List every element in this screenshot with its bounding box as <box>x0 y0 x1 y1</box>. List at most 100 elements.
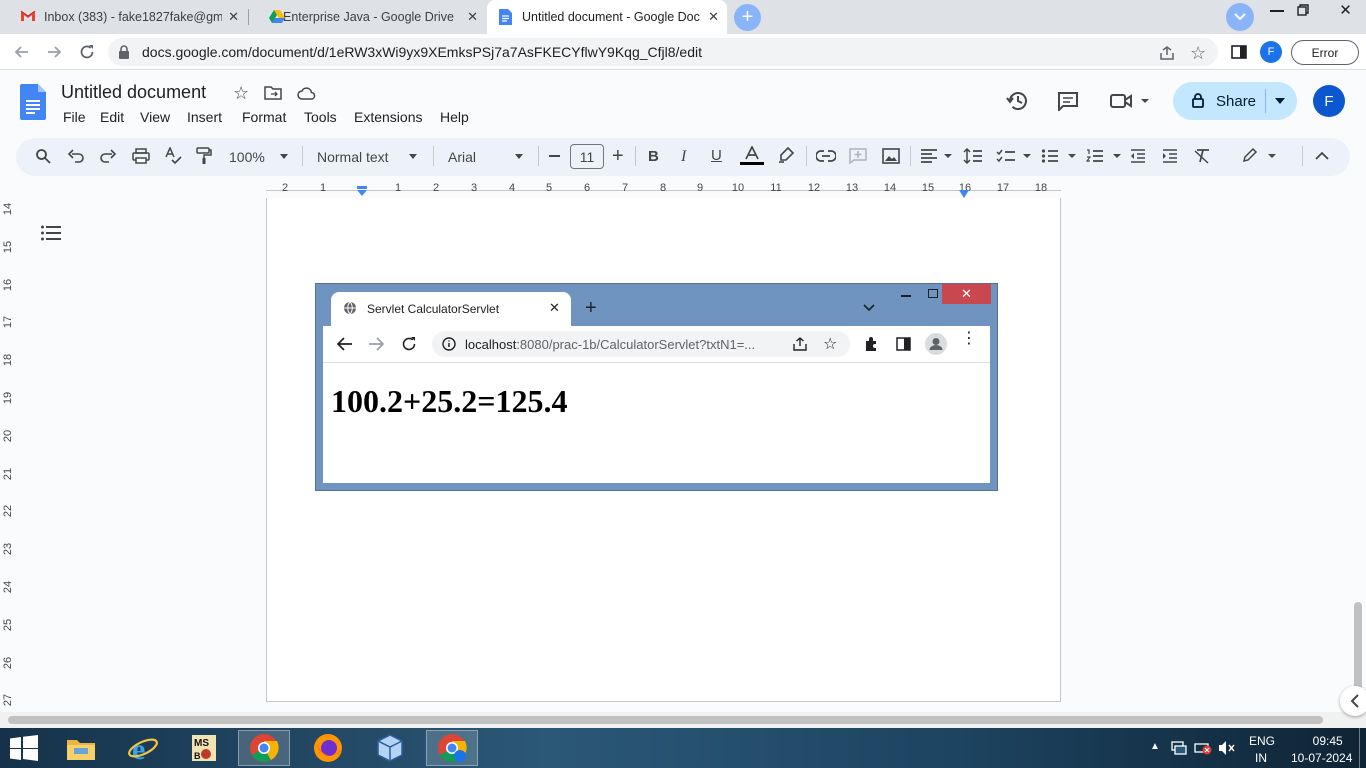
menu-help[interactable]: Help <box>440 109 469 125</box>
bold-icon[interactable]: B <box>648 148 659 165</box>
tab-search-button[interactable] <box>1226 3 1254 31</box>
reload-button[interactable] <box>77 42 97 62</box>
show-hidden-icons-icon[interactable]: ▲ <box>1150 741 1160 752</box>
account-avatar[interactable]: F <box>1313 85 1345 117</box>
taskbar-firefox[interactable] <box>302 730 354 766</box>
paragraph-style-select[interactable]: Normal text <box>317 149 389 165</box>
menu-file[interactable]: File <box>63 109 86 125</box>
new-tab-button[interactable]: + <box>734 4 761 31</box>
font-size-input[interactable]: 11 <box>570 144 604 169</box>
font-select[interactable]: Arial <box>448 149 476 165</box>
share-dropdown-icon[interactable] <box>1275 98 1285 104</box>
show-desktop-button[interactable] <box>1359 728 1366 768</box>
taskbar-internet-explorer[interactable]: e <box>117 730 169 766</box>
paint-format-icon[interactable] <box>196 147 212 165</box>
menu-extensions[interactable]: Extensions <box>354 109 422 125</box>
clear-formatting-icon[interactable] <box>1194 148 1210 164</box>
side-panel-toggle-button[interactable] <box>1340 686 1366 716</box>
taskbar-msbuild[interactable]: MS B <box>178 730 230 766</box>
italic-icon[interactable]: I <box>681 148 686 166</box>
menu-view[interactable]: View <box>140 109 170 125</box>
globe-icon <box>343 301 357 315</box>
lock-icon[interactable] <box>118 45 130 59</box>
embedded-url-path: :8080/prac-1b/CalculatorServlet?txtN1=..… <box>516 337 756 352</box>
firefox-icon <box>314 734 342 762</box>
zoom-select[interactable]: 100% <box>229 149 265 165</box>
text-color-icon[interactable] <box>740 146 764 166</box>
vertical-ruler[interactable]: 14 15 16 17 18 19 20 21 22 23 24 25 26 27 <box>0 200 16 710</box>
print-icon[interactable] <box>132 148 150 164</box>
chevron-up-icon[interactable] <box>1315 151 1329 160</box>
tab-docs[interactable]: Untitled document - Google Doc ✕ <box>487 0 727 34</box>
docs-logo-icon[interactable] <box>20 84 46 120</box>
underline-icon[interactable]: U <box>711 147 722 164</box>
taskbar-virtualbox[interactable] <box>364 730 416 766</box>
bookmark-star-icon[interactable]: ☆ <box>1190 43 1206 64</box>
share-page-icon[interactable] <box>1158 44 1176 62</box>
tab-gmail[interactable]: Inbox (383) - fake1827fake@gma ✕ <box>0 0 247 34</box>
link-icon[interactable] <box>816 150 836 162</box>
embedded-tab-title: Servlet CalculatorServlet <box>367 302 500 316</box>
language-indicator[interactable]: ENG IN <box>1249 734 1275 765</box>
menu-tools[interactable]: Tools <box>304 109 337 125</box>
insert-image-icon[interactable] <box>882 148 900 164</box>
horizontal-ruler[interactable]: 2 1 1 2 3 4 5 6 7 8 9 10 11 12 13 14 15 16 17 18 <box>0 180 1366 200</box>
align-left-icon[interactable] <box>920 149 952 163</box>
ruler-label: 23 <box>2 543 14 556</box>
editing-mode-icon[interactable] <box>1242 147 1276 163</box>
document-outline-icon[interactable] <box>41 225 61 241</box>
windows-start-icon[interactable] <box>10 735 38 761</box>
undo-icon[interactable] <box>68 149 84 163</box>
side-panel-icon[interactable] <box>1231 45 1247 59</box>
numbered-list-icon[interactable] <box>1086 149 1122 163</box>
error-button[interactable]: Error <box>1291 40 1359 65</box>
arrow-right-icon <box>48 46 62 58</box>
checklist-icon[interactable] <box>996 149 1032 163</box>
version-history-icon[interactable] <box>1006 90 1030 112</box>
restore-button[interactable] <box>1297 4 1311 18</box>
move-folder-icon[interactable] <box>264 86 282 100</box>
menu-format[interactable]: Format <box>242 109 286 125</box>
network-icon[interactable] <box>1171 740 1189 756</box>
menu-edit[interactable]: Edit <box>100 109 124 125</box>
battery-warning-icon[interactable] <box>1194 740 1212 756</box>
meet-icon[interactable] <box>1110 92 1152 110</box>
search-icon[interactable] <box>35 148 51 164</box>
right-indent-marker[interactable] <box>959 190 969 198</box>
url-text[interactable]: docs.google.com/document/d/1eRW3xWi9yx9X… <box>142 44 702 60</box>
back-button[interactable] <box>12 42 32 62</box>
menu-insert[interactable]: Insert <box>187 109 222 125</box>
tab-title: Untitled document - Google Doc <box>522 10 700 24</box>
close-icon: ✕ <box>942 284 991 304</box>
left-indent-marker[interactable] <box>357 186 367 196</box>
tab-drive[interactable]: Enterprise Java - Google Drive ✕ <box>249 0 486 34</box>
minimize-button[interactable] <box>1270 10 1284 12</box>
spellcheck-icon[interactable] <box>164 147 182 165</box>
volume-muted-icon[interactable] <box>1218 740 1236 756</box>
document-title[interactable]: Untitled document <box>61 82 206 103</box>
clock[interactable]: 09:45 10-07-2024 <box>1291 734 1352 765</box>
taskbar-file-explorer[interactable] <box>55 730 107 766</box>
profile-avatar[interactable]: F <box>1260 41 1282 63</box>
bulleted-list-icon[interactable] <box>1041 149 1077 163</box>
increase-font-size-icon[interactable]: + <box>612 146 624 166</box>
cloud-saved-icon[interactable] <box>297 86 317 100</box>
decrease-font-size-icon[interactable] <box>549 155 560 157</box>
ruler-label: 5 <box>545 182 553 194</box>
highlight-icon[interactable] <box>777 147 795 163</box>
increase-indent-icon[interactable] <box>1162 149 1178 163</box>
taskbar-chrome[interactable] <box>238 730 290 766</box>
window-close-button[interactable]: ✕ <box>1325 0 1366 20</box>
close-icon[interactable]: ✕ <box>467 9 478 25</box>
decrease-indent-icon[interactable] <box>1130 149 1146 163</box>
line-spacing-icon[interactable] <box>963 148 983 164</box>
star-icon[interactable]: ☆ <box>233 83 249 104</box>
taskbar-chrome-profile[interactable] <box>426 730 478 766</box>
forward-button[interactable] <box>44 42 64 62</box>
comments-icon[interactable] <box>1057 91 1079 111</box>
horizontal-scroll-thumb[interactable] <box>8 716 1323 724</box>
redo-icon[interactable] <box>100 149 116 163</box>
close-icon[interactable]: ✕ <box>228 9 239 25</box>
add-comment-icon[interactable] <box>849 148 867 164</box>
close-icon[interactable]: ✕ <box>708 9 719 25</box>
